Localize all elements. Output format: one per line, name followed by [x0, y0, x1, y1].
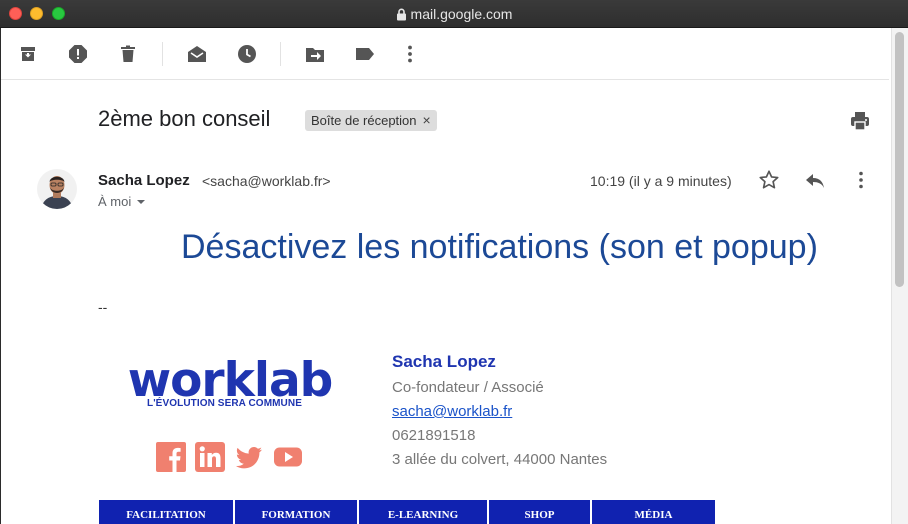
print-icon: [851, 112, 869, 131]
twitter-link[interactable]: [234, 442, 264, 472]
label-chip-text: Boîte de réception: [311, 113, 417, 128]
message-more-button[interactable]: [849, 168, 873, 192]
archive-button[interactable]: [16, 42, 40, 66]
more-icon: [859, 171, 863, 189]
sender-avatar: [37, 169, 77, 209]
label-icon: [356, 48, 374, 60]
signature-email-line: sacha@worklab.fr: [392, 403, 512, 420]
label-button[interactable]: [353, 42, 377, 66]
recipient-text: À moi: [98, 194, 132, 209]
signature-separator: --: [98, 299, 108, 315]
snooze-icon: [238, 45, 256, 63]
print-button[interactable]: [849, 110, 871, 132]
address-bar[interactable]: mail.google.com: [0, 6, 908, 22]
report-spam-button[interactable]: [66, 42, 90, 66]
chevron-down-icon: [137, 200, 146, 204]
scrollbar-thumb[interactable]: [895, 32, 904, 287]
toolbar-divider: [280, 42, 281, 66]
logo-tagline: L'ÉVOLUTION SERA COMMUNE: [147, 398, 302, 409]
star-button[interactable]: [757, 168, 781, 192]
url-text: mail.google.com: [410, 6, 513, 22]
linkedin-link[interactable]: [195, 442, 225, 472]
window-titlebar: mail.google.com: [0, 0, 908, 28]
nav-facilitation[interactable]: FACILITATION: [99, 500, 235, 524]
signature-address: 3 allée du colvert, 44000 Nantes: [392, 451, 608, 468]
page-scrollbar[interactable]: [891, 28, 908, 524]
youtube-icon: [274, 447, 302, 467]
message-toolbar: [1, 28, 889, 80]
signature-email-link[interactable]: sacha@worklab.fr: [392, 403, 512, 420]
move-to-button[interactable]: [303, 42, 327, 66]
recipient-details-toggle[interactable]: À moi: [98, 194, 146, 209]
youtube-link[interactable]: [273, 442, 303, 472]
lock-icon: [396, 8, 406, 21]
toolbar-divider: [162, 42, 163, 66]
nav-shop[interactable]: SHOP: [489, 500, 592, 524]
email-subject: 2ème bon conseil: [98, 106, 271, 131]
linkedin-icon: [195, 442, 225, 472]
snooze-button[interactable]: [235, 42, 259, 66]
avatar-photo: [37, 169, 77, 209]
remove-label-button[interactable]: ×: [423, 110, 431, 131]
email-timestamp: 10:19 (il y a 9 minutes): [590, 173, 732, 189]
move-to-icon: [306, 48, 324, 62]
signature-phone: 0621891518: [392, 427, 476, 444]
nav-formation[interactable]: FORMATION: [235, 500, 359, 524]
nav-e-learning[interactable]: E-LEARNING: [359, 500, 489, 524]
delete-icon: [121, 45, 135, 62]
nav-media[interactable]: MÉDIA: [592, 500, 715, 524]
gmail-page: 2ème bon conseil Boîte de réception × Sa…: [1, 28, 891, 524]
email-headline: Désactivez les notifications (son et pop…: [181, 228, 818, 266]
delete-button[interactable]: [116, 42, 140, 66]
signature-name: Sacha Lopez: [392, 352, 496, 371]
facebook-link[interactable]: [156, 442, 186, 472]
more-button[interactable]: [398, 42, 422, 66]
twitter-icon: [235, 447, 262, 469]
signature-nav-bar: FACILITATION FORMATION E-LEARNING SHOP M…: [99, 500, 715, 524]
star-icon: [759, 170, 779, 189]
report-spam-icon: [69, 45, 87, 63]
archive-icon: [21, 47, 35, 61]
signature-title: Co-fondateur / Associé: [392, 379, 544, 396]
more-icon: [408, 45, 412, 63]
sender-name[interactable]: Sacha Lopez: [98, 172, 190, 189]
reply-icon: [806, 174, 824, 188]
mark-unread-icon: [188, 46, 206, 62]
reply-button[interactable]: [803, 168, 827, 192]
sender-email: <sacha@worklab.fr>: [202, 173, 331, 189]
inbox-label-chip[interactable]: Boîte de réception ×: [305, 110, 437, 131]
facebook-icon: [156, 442, 186, 472]
mark-unread-button[interactable]: [185, 42, 209, 66]
